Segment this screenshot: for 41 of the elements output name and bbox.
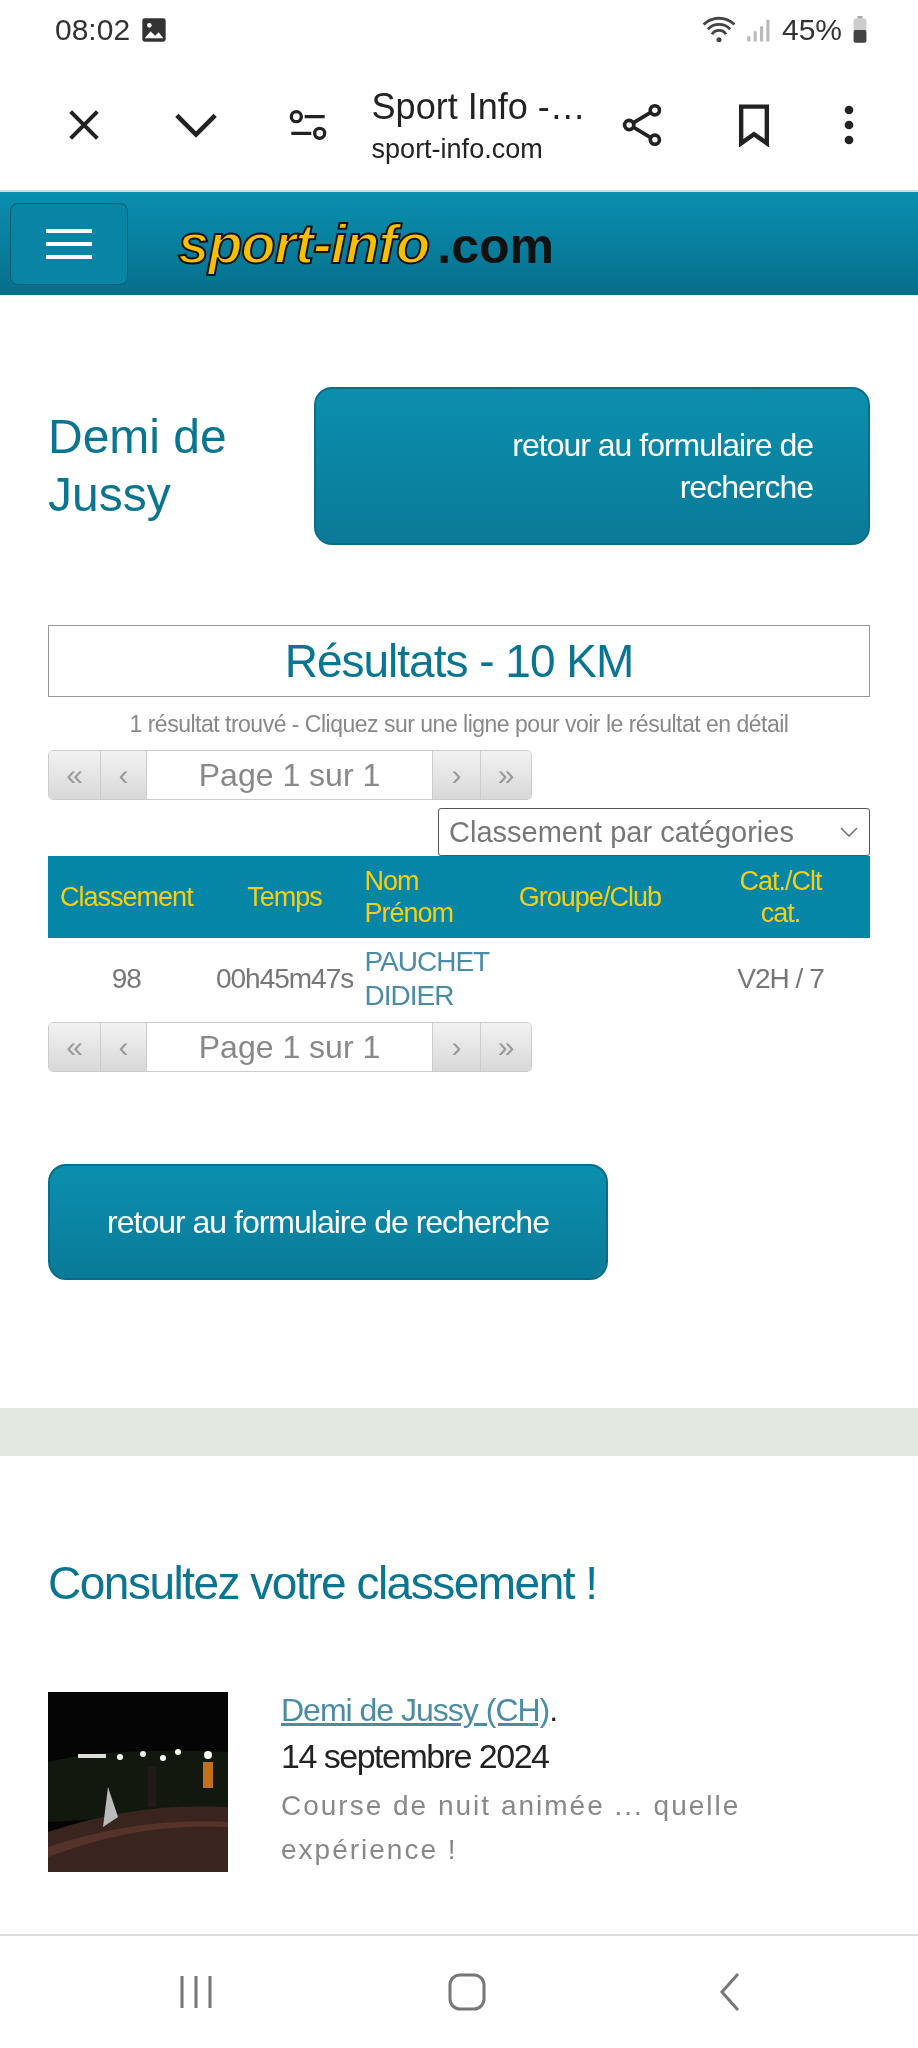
event-date: 14 septembre 2024 — [281, 1737, 550, 1776]
home-icon[interactable] — [447, 1972, 487, 2012]
site-logo: sport-info — [178, 211, 430, 276]
back-to-search-button[interactable]: retour au formulaire de recherche — [48, 1164, 608, 1280]
previous-page-button[interactable]: ‹ — [101, 751, 147, 799]
previous-page-button[interactable]: ‹ — [101, 1023, 147, 1071]
battery-icon — [852, 16, 868, 44]
column-header: Nom Prénom — [364, 856, 489, 938]
ranking-select[interactable]: Classement par catégories — [438, 808, 870, 856]
last-page-button[interactable]: » — [481, 751, 531, 799]
chevron-down-icon — [839, 826, 859, 838]
battery-level: 45% — [781, 13, 842, 47]
event-description: Course de nuit animée ... quelle expérience ! — [281, 1789, 742, 1867]
page-url: sport-info.com — [371, 133, 544, 165]
page-title: Sport Info -… — [371, 85, 586, 128]
first-page-button[interactable]: « — [49, 1023, 101, 1071]
back-to-search-button[interactable]: retour au formulaire de recherche — [314, 387, 870, 545]
column-header: Cat./Clt cat. — [691, 856, 870, 938]
runner-name-cell[interactable]: PAUCHET DIDIER — [364, 938, 489, 1020]
column-header: Groupe/Club — [488, 856, 692, 938]
section-heading: Consultez votre classement ! — [48, 1556, 598, 1610]
results-summary: 1 résultat trouvé - Cliquez sur une ligne pour voir le résultat en détail — [128, 711, 790, 738]
first-page-button[interactable]: « — [49, 751, 101, 799]
next-page-button[interactable]: › — [433, 751, 481, 799]
site-logo-suffix: .com — [437, 217, 554, 275]
table-cell: V2H / 7 — [691, 938, 870, 1020]
next-page-button[interactable]: › — [433, 1023, 481, 1071]
menu-icon — [44, 226, 94, 261]
event-link[interactable]: Demi de Jussy (CH) — [281, 1692, 550, 1729]
last-page-button[interactable]: » — [481, 1023, 531, 1071]
table-cell: 00h45m47s — [204, 938, 365, 1020]
wifi-icon — [701, 16, 736, 44]
status-time: 08:02 — [55, 13, 131, 47]
column-header: Classement — [48, 856, 205, 938]
results-title: Résultats - 10 KM — [48, 625, 870, 697]
period: . — [549, 1692, 558, 1729]
column-header: Temps — [204, 856, 365, 938]
table-cell: 98 — [48, 938, 205, 1020]
event-title: Demi de Jussy — [48, 409, 228, 523]
image-icon — [140, 16, 169, 44]
menu-button[interactable] — [10, 202, 128, 285]
